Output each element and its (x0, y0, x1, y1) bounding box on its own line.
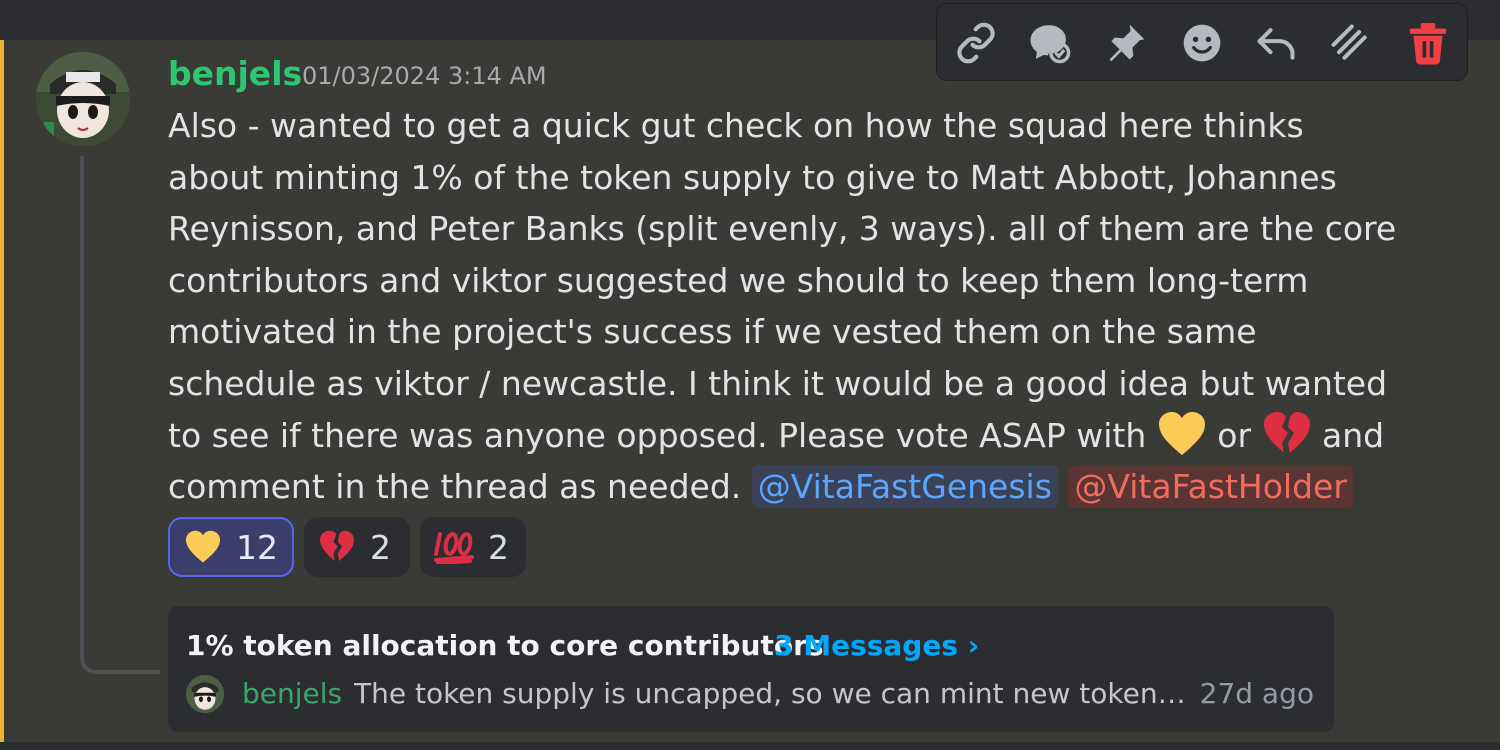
message-content: Also - wanted to get a quick gut check o… (168, 100, 1398, 513)
more-options-button[interactable] (1325, 18, 1375, 68)
reaction-broken-heart[interactable]: 2 (304, 517, 410, 577)
create-thread-button[interactable] (1025, 18, 1075, 68)
more-stack-icon (1331, 24, 1367, 60)
message-timestamp[interactable]: 01/03/2024 3:14 AM (302, 60, 547, 92)
message-text-part-1: Also - wanted to get a quick gut check o… (168, 106, 1397, 455)
yellow-heart-icon (1158, 411, 1205, 455)
thread-title[interactable]: 1% token allocation to core contributors (186, 626, 824, 666)
avatar[interactable] (36, 52, 130, 146)
yellow-heart-icon (186, 530, 220, 563)
reaction-count: 2 (370, 527, 391, 567)
delete-message-button[interactable] (1403, 18, 1453, 68)
delete-icon (1409, 23, 1447, 65)
hundred-points-icon (434, 532, 474, 564)
add-reaction-icon (1183, 24, 1221, 62)
thread-age: 27d ago (1199, 677, 1314, 710)
thread-last-author[interactable]: benjels (242, 674, 342, 714)
pin-message-button[interactable] (1101, 18, 1151, 68)
reply-icon (1257, 28, 1295, 60)
broken-heart-icon (1263, 411, 1310, 453)
thread-preview-card[interactable]: 1% token allocation to core contributors… (168, 606, 1334, 732)
reaction-yellow-heart[interactable]: 12 (168, 517, 294, 577)
mention-vitafastgenesis[interactable]: @VitaFastGenesis (751, 465, 1058, 509)
link-icon (957, 22, 995, 64)
thread-reply-icon (1030, 25, 1071, 64)
pin-icon (1109, 24, 1145, 62)
thread-message-count-link[interactable]: 3 Messages › (774, 626, 979, 666)
reply-button[interactable] (1251, 18, 1301, 68)
mention-vitafastholder[interactable]: @VitaFastHolder (1068, 465, 1353, 509)
reaction-hundred-points[interactable]: 2 (420, 517, 526, 577)
broken-heart-icon (320, 530, 354, 562)
thread-last-message: The token supply is uncapped, so we can … (354, 677, 1190, 710)
reaction-count: 2 (488, 527, 509, 567)
message-actions-toolbar (937, 4, 1467, 80)
reaction-count: 12 (236, 527, 278, 567)
message-text-part-2: or (1206, 415, 1262, 455)
thread-connector-line (80, 156, 160, 674)
message-author[interactable]: benjels (168, 54, 302, 94)
thread-last-author-avatar (186, 675, 224, 713)
copy-link-button[interactable] (951, 18, 1001, 68)
add-reaction-button[interactable] (1177, 18, 1227, 68)
bottom-strip (0, 742, 1500, 750)
